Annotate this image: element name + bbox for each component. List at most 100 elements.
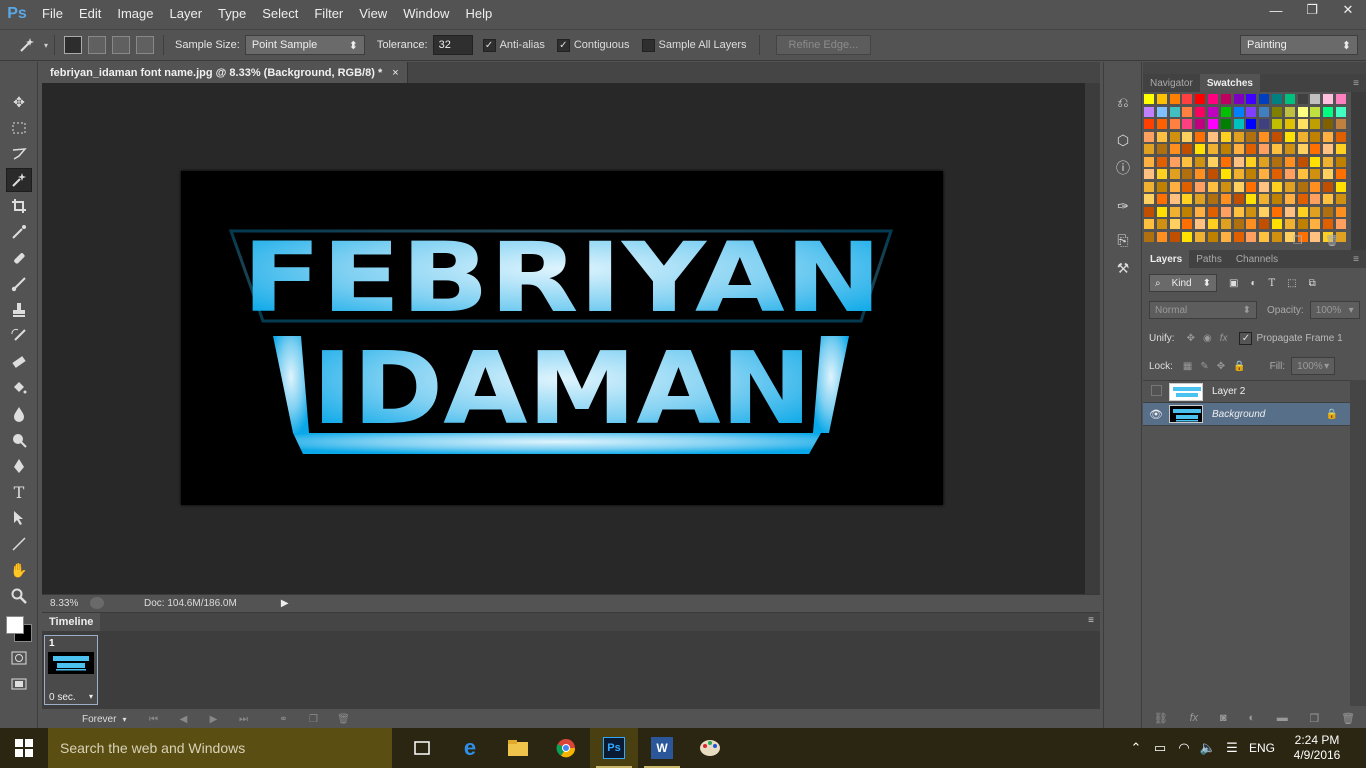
swatch[interactable] <box>1208 169 1218 179</box>
swatch[interactable] <box>1272 206 1282 217</box>
swatches-menu-icon[interactable]: ≡ <box>1346 74 1366 92</box>
swatch[interactable] <box>1284 206 1295 217</box>
swatch[interactable] <box>1156 169 1167 179</box>
swatch[interactable] <box>1220 181 1231 192</box>
swatch[interactable] <box>1259 219 1270 229</box>
screen-mode-icon[interactable] <box>6 672 32 696</box>
delete-swatch-icon[interactable]: 🗑 <box>1325 234 1339 247</box>
swatch[interactable] <box>1310 119 1321 129</box>
swatch[interactable] <box>1246 219 1257 229</box>
swatch[interactable] <box>1220 206 1231 217</box>
swatch[interactable] <box>1272 131 1282 142</box>
filter-adjustment-icon[interactable]: ◐ <box>1250 278 1256 289</box>
swatch[interactable] <box>1144 231 1154 242</box>
swatch[interactable] <box>1195 181 1206 192</box>
swatch[interactable] <box>1310 94 1321 104</box>
swatch[interactable] <box>1259 156 1270 167</box>
document-canvas-area[interactable]: FEBRIYAN IDAMAN <box>42 83 1085 594</box>
duplicate-frame-icon[interactable]: ❐ <box>298 714 328 725</box>
swatch[interactable] <box>1323 206 1334 217</box>
swatch[interactable] <box>1208 219 1218 229</box>
swatch[interactable] <box>1233 106 1244 117</box>
menu-select[interactable]: Select <box>254 0 306 28</box>
swatch[interactable] <box>1259 194 1270 204</box>
swatch[interactable] <box>1323 219 1334 229</box>
menu-type[interactable]: Type <box>210 0 254 28</box>
swatch[interactable] <box>1323 131 1334 142</box>
swatch[interactable] <box>1156 219 1167 229</box>
swatch[interactable] <box>1297 194 1308 204</box>
swatch[interactable] <box>1156 131 1167 142</box>
swatch[interactable] <box>1259 94 1270 104</box>
filter-pixel-icon[interactable]: ▣ <box>1229 278 1238 289</box>
swatch[interactable] <box>1310 106 1321 117</box>
swatch[interactable] <box>1195 131 1206 142</box>
adjustment-layer-icon[interactable]: ◐ <box>1248 712 1255 724</box>
filter-smart-object-icon[interactable]: ⧉ <box>1309 278 1316 289</box>
delete-layer-icon[interactable]: 🗑 <box>1341 712 1355 725</box>
new-group-icon[interactable]: ▬ <box>1277 712 1288 724</box>
swatch[interactable] <box>1182 194 1193 204</box>
swatch[interactable] <box>1259 231 1270 242</box>
word-taskbar-icon[interactable]: W <box>638 728 686 768</box>
swatch[interactable] <box>1220 156 1231 167</box>
swatch[interactable] <box>1220 194 1231 204</box>
wifi-icon[interactable]: ◠ <box>1172 740 1196 756</box>
swatch[interactable] <box>1336 206 1346 217</box>
tab-navigator[interactable]: Navigator <box>1143 74 1200 92</box>
swatch[interactable] <box>1336 169 1346 179</box>
swatch[interactable] <box>1323 119 1334 129</box>
antialias-checkbox[interactable]: ✓ <box>482 38 496 52</box>
refine-edge-button[interactable]: Refine Edge... <box>775 35 872 55</box>
swatch[interactable] <box>1182 106 1193 117</box>
tab-paths[interactable]: Paths <box>1189 250 1229 268</box>
swatch[interactable] <box>1336 219 1346 229</box>
eyedropper-tool-icon[interactable] <box>6 220 32 244</box>
menu-file[interactable]: File <box>34 0 71 28</box>
swatch[interactable] <box>1233 206 1244 217</box>
timeline-tab[interactable]: Timeline <box>42 613 101 631</box>
animation-frame[interactable]: 1 0 sec. ▾ <box>44 635 98 705</box>
swatch[interactable] <box>1259 206 1270 217</box>
swatch[interactable] <box>1246 156 1257 167</box>
swatch[interactable] <box>1169 169 1180 179</box>
menu-edit[interactable]: Edit <box>71 0 109 28</box>
swatch[interactable] <box>1297 131 1308 142</box>
new-layer-icon[interactable]: ❐ <box>1309 712 1319 725</box>
eye-icon[interactable]: 👁 <box>1143 408 1169 421</box>
swatch[interactable] <box>1144 156 1154 167</box>
swatch[interactable] <box>1208 156 1218 167</box>
swatch[interactable] <box>1169 206 1180 217</box>
swatch[interactable] <box>1310 194 1321 204</box>
history-brush-tool-icon[interactable] <box>6 324 32 348</box>
play-icon[interactable]: ▶ <box>198 714 228 725</box>
close-button[interactable]: ✕ <box>1330 0 1366 20</box>
swatch[interactable] <box>1233 181 1244 192</box>
swatch[interactable] <box>1220 231 1231 242</box>
swatch[interactable] <box>1233 144 1244 154</box>
unify-style-icon[interactable]: fx <box>1220 333 1228 344</box>
swatch[interactable] <box>1297 169 1308 179</box>
layer-row-layer2[interactable]: Layer 2 <box>1143 380 1350 403</box>
action-center-icon[interactable]: ☰ <box>1220 740 1244 756</box>
layer-style-icon[interactable]: fx <box>1190 712 1199 724</box>
swatch[interactable] <box>1284 119 1295 129</box>
swatch[interactable] <box>1182 181 1193 192</box>
filter-shape-icon[interactable]: ⬚ <box>1287 278 1296 289</box>
swatch[interactable] <box>1208 119 1218 129</box>
link-layers-icon[interactable]: ⛓ <box>1154 712 1168 725</box>
frame-delay-dropdown-icon[interactable]: ▾ <box>89 692 93 701</box>
swatch[interactable] <box>1220 219 1231 229</box>
swatch[interactable] <box>1220 131 1231 142</box>
swatch[interactable] <box>1336 94 1346 104</box>
type-tool-icon[interactable]: T <box>6 480 32 504</box>
swatch[interactable] <box>1233 94 1244 104</box>
swatch[interactable] <box>1246 181 1257 192</box>
swatch[interactable] <box>1156 231 1167 242</box>
swatch[interactable] <box>1182 131 1193 142</box>
swatch[interactable] <box>1156 194 1167 204</box>
swatch[interactable] <box>1297 106 1308 117</box>
swatch[interactable] <box>1284 94 1295 104</box>
pen-tool-icon[interactable] <box>6 454 32 478</box>
swatch[interactable] <box>1169 119 1180 129</box>
